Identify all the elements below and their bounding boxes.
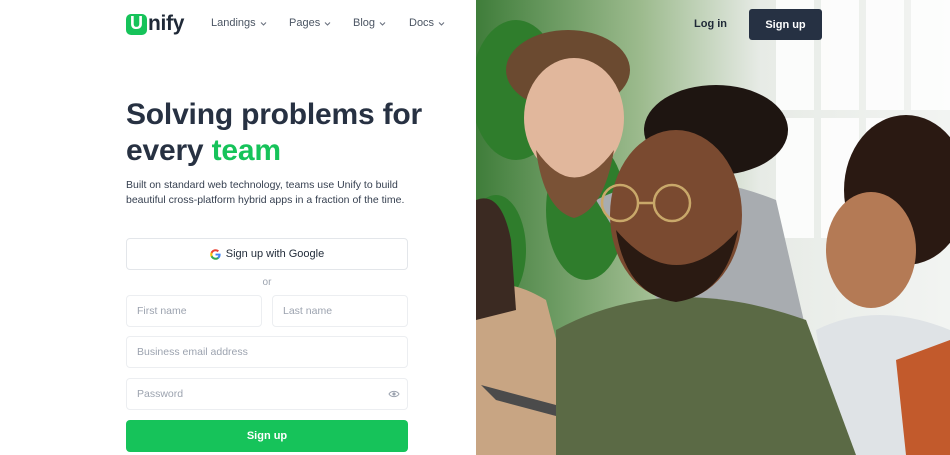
chevron-down-icon bbox=[260, 20, 267, 27]
headline-line2: every bbox=[126, 134, 204, 167]
chevron-down-icon bbox=[379, 20, 386, 27]
nav-item-label: Docs bbox=[409, 17, 435, 29]
nav-item-label: Pages bbox=[289, 17, 321, 29]
left-panel: U nify Landings Pages Blog Docs Solving … bbox=[0, 0, 476, 455]
first-name-field[interactable] bbox=[126, 295, 262, 327]
email-field[interactable] bbox=[126, 336, 408, 368]
signup-header-button[interactable]: Sign up bbox=[749, 9, 822, 40]
eye-icon[interactable] bbox=[388, 389, 400, 399]
page-headline: Solving problems for every team bbox=[126, 97, 446, 169]
headline-accent: team bbox=[211, 134, 281, 167]
logo-wordmark: nify bbox=[148, 12, 185, 35]
google-signup-label: Sign up with Google bbox=[225, 248, 325, 260]
brand-logo[interactable]: U nify bbox=[126, 12, 184, 36]
nav-item-pages[interactable]: Pages bbox=[289, 17, 331, 29]
headline-line1: Solving problems for bbox=[126, 98, 423, 131]
chevron-down-icon bbox=[324, 20, 331, 27]
signup-submit-button[interactable]: Sign up bbox=[126, 420, 408, 452]
nav-item-label: Blog bbox=[353, 17, 376, 29]
nav-item-landings[interactable]: Landings bbox=[211, 17, 267, 29]
nav-item-docs[interactable]: Docs bbox=[409, 17, 445, 29]
chevron-down-icon bbox=[438, 20, 445, 27]
nav-item-label: Landings bbox=[211, 17, 256, 29]
intro-text: Built on standard web technology, teams … bbox=[126, 179, 405, 206]
team-photo bbox=[476, 0, 950, 455]
login-link[interactable]: Log in bbox=[694, 18, 727, 30]
nav-item-blog[interactable]: Blog bbox=[353, 17, 386, 29]
google-signup-button[interactable]: Sign up with Google bbox=[126, 238, 408, 270]
last-name-field[interactable] bbox=[272, 295, 408, 327]
password-field[interactable] bbox=[126, 378, 408, 410]
google-icon bbox=[209, 248, 221, 260]
logo-mark: U bbox=[126, 13, 147, 35]
or-divider: or bbox=[262, 277, 272, 288]
